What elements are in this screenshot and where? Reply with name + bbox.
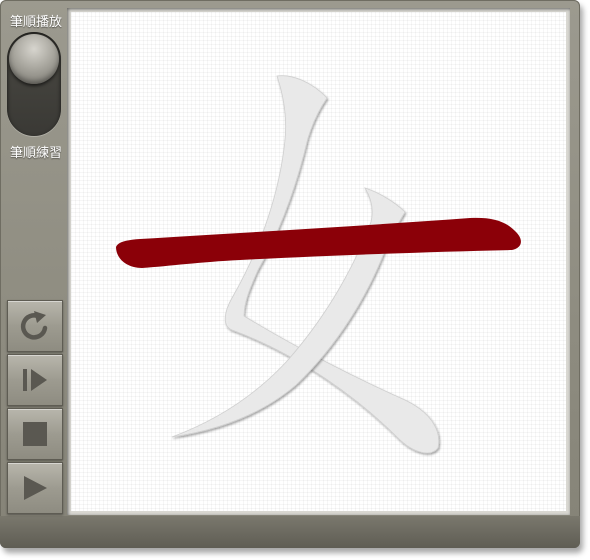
play-icon <box>24 476 47 500</box>
active-stroke-3 <box>116 217 521 268</box>
play-button[interactable] <box>7 462 63 514</box>
refresh-icon <box>20 311 48 340</box>
toggle-label-practice[interactable]: 筆順練習 <box>4 142 68 161</box>
bottom-bar <box>0 516 580 548</box>
character-strokes <box>116 75 521 454</box>
step-forward-button[interactable] <box>7 354 63 406</box>
mode-toggle-knob[interactable] <box>9 34 59 84</box>
stop-icon <box>23 422 47 446</box>
character-canvas <box>71 12 566 511</box>
stop-button[interactable] <box>7 408 63 460</box>
step-forward-icon <box>23 369 47 391</box>
toggle-label-play[interactable]: 筆順播放 <box>4 11 68 30</box>
replay-button[interactable] <box>7 300 63 352</box>
